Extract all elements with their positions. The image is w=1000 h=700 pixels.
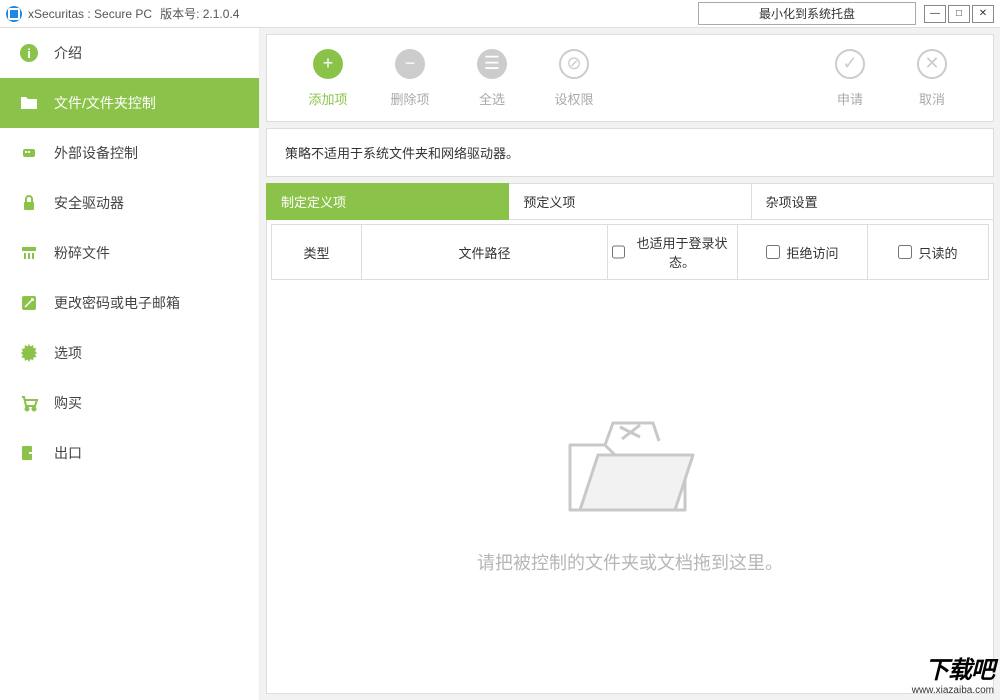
sidebar-item-label: 介绍 xyxy=(54,43,82,63)
sidebar-item-buy[interactable]: 购买 xyxy=(0,378,259,428)
gear-icon xyxy=(18,342,40,364)
check-icon: ✓ xyxy=(835,49,865,79)
col-login: 也适用于登录状态。 xyxy=(608,225,738,279)
policy-notice: 策略不适用于系统文件夹和网络驱动器。 xyxy=(266,128,994,177)
cancel-button[interactable]: ✕ 取消 xyxy=(891,49,973,108)
sidebar-item-label: 更改密码或电子邮箱 xyxy=(54,293,180,313)
sidebar-item-external-device[interactable]: 外部设备控制 xyxy=(0,128,259,178)
lock-icon xyxy=(18,192,40,214)
minus-icon: − xyxy=(395,49,425,79)
sidebar-item-shred[interactable]: 粉碎文件 xyxy=(0,228,259,278)
content-area: + 添加项 − 删除项 ☰ 全选 ⊘ 设权限 ✓ 申请 ✕ 取消 xyxy=(260,28,1000,700)
sidebar-item-label: 粉碎文件 xyxy=(54,243,110,263)
usb-icon xyxy=(18,142,40,164)
app-title: xSecuritas : Secure PC xyxy=(28,7,152,21)
sidebar-item-label: 文件/文件夹控制 xyxy=(54,93,156,113)
folder-icon xyxy=(18,92,40,114)
list-icon: ☰ xyxy=(477,49,507,79)
key-icon xyxy=(18,292,40,314)
sidebar-item-exit[interactable]: 出口 xyxy=(0,428,259,478)
col-readonly: 只读的 xyxy=(868,225,988,279)
shred-icon xyxy=(18,242,40,264)
permissions-button[interactable]: ⊘ 设权限 xyxy=(533,49,615,108)
sidebar-item-change-password[interactable]: 更改密码或电子邮箱 xyxy=(0,278,259,328)
sidebar-item-file-folder-control[interactable]: 文件/文件夹控制 xyxy=(0,78,259,128)
select-all-button[interactable]: ☰ 全选 xyxy=(451,49,533,108)
version-label: 版本号: 2.1.0.4 xyxy=(160,5,239,22)
table-header: 类型 文件路径 也适用于登录状态。 拒绝访问 只读的 xyxy=(271,224,989,280)
sidebar-item-options[interactable]: 选项 xyxy=(0,328,259,378)
toolbar: + 添加项 − 删除项 ☰ 全选 ⊘ 设权限 ✓ 申请 ✕ 取消 xyxy=(266,34,994,122)
maximize-button[interactable]: □ xyxy=(948,5,970,23)
sidebar-item-secure-drive[interactable]: 安全驱动器 xyxy=(0,178,259,228)
login-checkbox[interactable] xyxy=(612,245,625,259)
remove-item-button[interactable]: − 删除项 xyxy=(369,49,451,108)
sidebar-item-label: 选项 xyxy=(54,343,82,363)
empty-folder-icon xyxy=(550,395,710,525)
sidebar-item-label: 购买 xyxy=(54,393,82,413)
exit-icon xyxy=(18,442,40,464)
col-path: 文件路径 xyxy=(362,225,608,279)
sidebar-item-label: 外部设备控制 xyxy=(54,143,138,163)
tab-custom[interactable]: 制定定义项 xyxy=(266,183,509,220)
block-icon: ⊘ xyxy=(559,49,589,79)
watermark: 下载吧 www.xiazaiba.com xyxy=(912,650,994,696)
x-icon: ✕ xyxy=(917,49,947,79)
cart-icon xyxy=(18,392,40,414)
add-item-button[interactable]: + 添加项 xyxy=(287,49,369,108)
col-deny: 拒绝访问 xyxy=(738,225,868,279)
sidebar-item-label: 安全驱动器 xyxy=(54,193,124,213)
titlebar: xSecuritas : Secure PC 版本号: 2.1.0.4 最小化到… xyxy=(0,0,1000,28)
info-icon: i xyxy=(18,42,40,64)
tabs: 制定定义项 预定义项 杂项设置 xyxy=(266,183,994,220)
deny-checkbox[interactable] xyxy=(766,245,780,259)
empty-text: 请把被控制的文件夹或文档拖到这里。 xyxy=(477,549,783,575)
readonly-checkbox[interactable] xyxy=(898,245,912,259)
sidebar: i 介绍 文件/文件夹控制 外部设备控制 安全驱动器 粉碎文件 更改密码或电子邮… xyxy=(0,28,260,700)
close-button[interactable]: ✕ xyxy=(972,5,994,23)
empty-drop-zone[interactable]: 请把被控制的文件夹或文档拖到这里。 xyxy=(271,280,989,689)
app-icon xyxy=(6,6,22,22)
minimize-to-tray-button[interactable]: 最小化到系统托盘 xyxy=(698,2,916,25)
svg-text:i: i xyxy=(27,46,31,61)
col-type: 类型 xyxy=(272,225,362,279)
apply-button[interactable]: ✓ 申请 xyxy=(809,49,891,108)
table-container: 类型 文件路径 也适用于登录状态。 拒绝访问 只读的 请把被控制的文件夹或文档拖… xyxy=(266,220,994,694)
minimize-button[interactable]: — xyxy=(924,5,946,23)
tab-preset[interactable]: 预定义项 xyxy=(509,183,751,220)
sidebar-item-label: 出口 xyxy=(54,443,82,463)
sidebar-item-intro[interactable]: i 介绍 xyxy=(0,28,259,78)
plus-icon: + xyxy=(313,49,343,79)
tab-misc[interactable]: 杂项设置 xyxy=(752,183,994,220)
